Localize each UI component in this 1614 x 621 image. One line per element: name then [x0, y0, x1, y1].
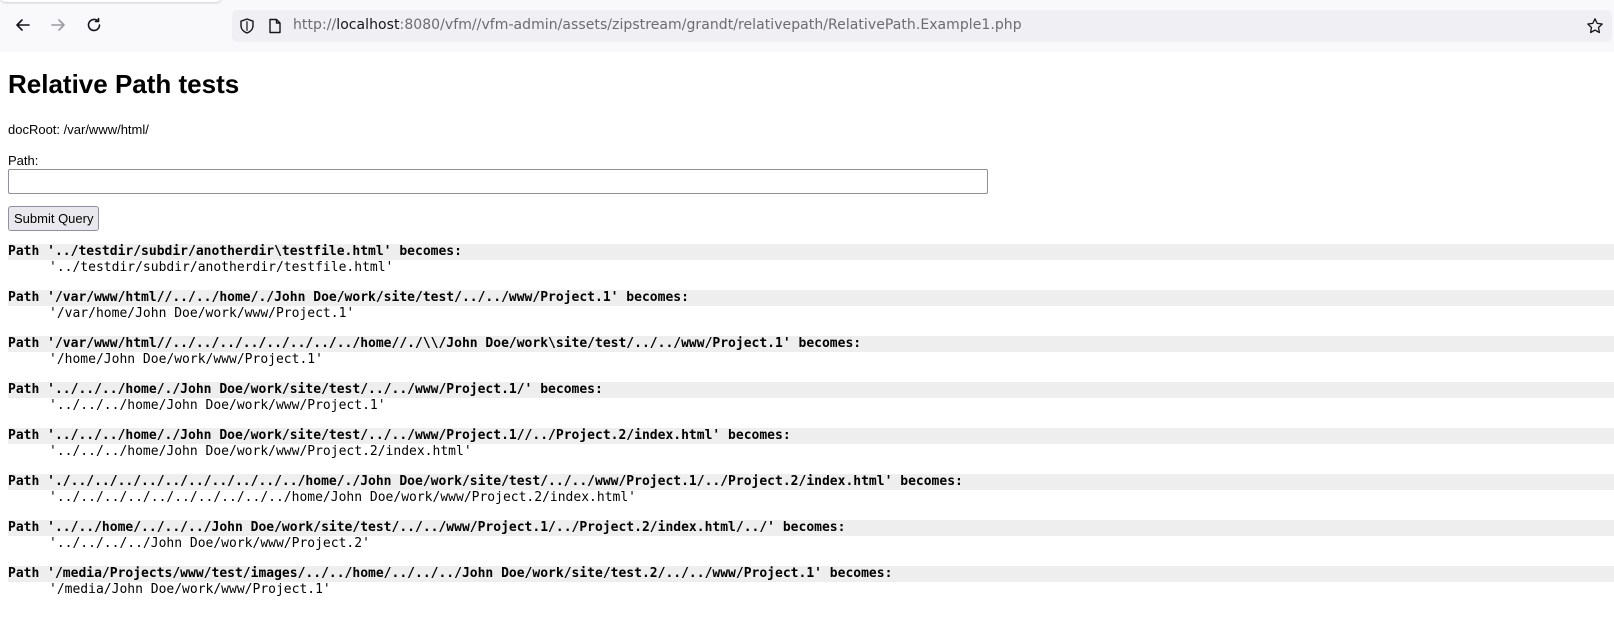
reload-icon — [87, 17, 101, 32]
result-item: Path '../testdir/subdir/anotherdir\testf… — [8, 244, 1614, 276]
url-text[interactable]: http://localhost:8080/vfm//vfm-admin/ass… — [293, 17, 1022, 33]
result-source-path: Path '/var/www/html//../../home/./John D… — [8, 290, 1614, 306]
bookmark-star-icon[interactable] — [1586, 17, 1604, 35]
submit-query-button[interactable]: Submit Query — [8, 206, 100, 231]
result-source-path: Path './../../../../../../../../../../ho… — [8, 474, 1614, 490]
result-resolved-path: '/home/John Doe/work/www/Project.1' — [49, 352, 323, 367]
result-resolved-path: '../../../../../../../../../../home/John… — [49, 490, 636, 505]
result-item: Path '/media/Projects/www/test/images/..… — [8, 566, 1614, 598]
result-source-path: Path '../../home/../../../John Doe/work/… — [8, 520, 1614, 536]
result-item: Path '../../home/../../../John Doe/work/… — [8, 520, 1614, 552]
result-resolved-path: '../../../home/John Doe/work/www/Project… — [49, 398, 386, 413]
result-source-path: Path '../testdir/subdir/anotherdir\testf… — [8, 244, 1614, 260]
result-source-path: Path '/media/Projects/www/test/images/..… — [8, 566, 1614, 582]
result-item: Path '/var/www/html//../../../../../../.… — [8, 336, 1614, 368]
result-item: Path '../../../home/./John Doe/work/site… — [8, 382, 1614, 414]
result-item: Path '../../../home/./John Doe/work/site… — [8, 428, 1614, 460]
result-source-path: Path '../../../home/./John Doe/work/site… — [8, 428, 1614, 444]
url-host: localhost — [336, 17, 400, 33]
result-resolved-path: '/var/home/John Doe/work/www/Project.1' — [49, 306, 355, 321]
path-label: Path: — [8, 153, 39, 168]
result-resolved-path: '/media/John Doe/work/www/Project.1' — [49, 582, 331, 597]
shield-icon[interactable] — [238, 17, 256, 35]
result-resolved-path: '../../../home/John Doe/work/www/Project… — [49, 444, 472, 459]
result-source-path: Path '../../../home/./John Doe/work/site… — [8, 382, 1614, 398]
arrow-right-icon — [51, 19, 65, 31]
page-content: Relative Path tests docRoot: /var/www/ht… — [8, 52, 1614, 612]
active-tab[interactable] — [0, 0, 222, 2]
url-path: :8080/vfm//vfm-admin/assets/zipstream/gr… — [399, 17, 1022, 33]
address-bar[interactable]: http://localhost:8080/vfm//vfm-admin/ass… — [232, 10, 1612, 42]
path-input[interactable] — [8, 169, 988, 194]
back-button[interactable] — [9, 11, 37, 39]
page-title: Relative Path tests — [8, 69, 240, 99]
results-list: Path '../testdir/subdir/anotherdir\testf… — [8, 244, 1614, 598]
result-item: Path '/var/www/html//../../home/./John D… — [8, 290, 1614, 322]
result-item: Path './../../../../../../../../../../ho… — [8, 474, 1614, 506]
reload-button[interactable] — [80, 11, 108, 39]
url-prefix: http:// — [293, 17, 337, 33]
page-icon[interactable] — [266, 17, 284, 35]
forward-button[interactable] — [44, 11, 72, 39]
result-resolved-path: '../../../../John Doe/work/www/Project.2… — [49, 536, 370, 551]
browser-toolbar: http://localhost:8080/vfm//vfm-admin/ass… — [0, 0, 1614, 52]
arrow-left-icon — [16, 19, 30, 31]
result-resolved-path: '../testdir/subdir/anotherdir/testfile.h… — [49, 260, 394, 275]
result-source-path: Path '/var/www/html//../../../../../../.… — [8, 336, 1614, 352]
docroot-text: docRoot: /var/www/html/ — [8, 122, 149, 137]
